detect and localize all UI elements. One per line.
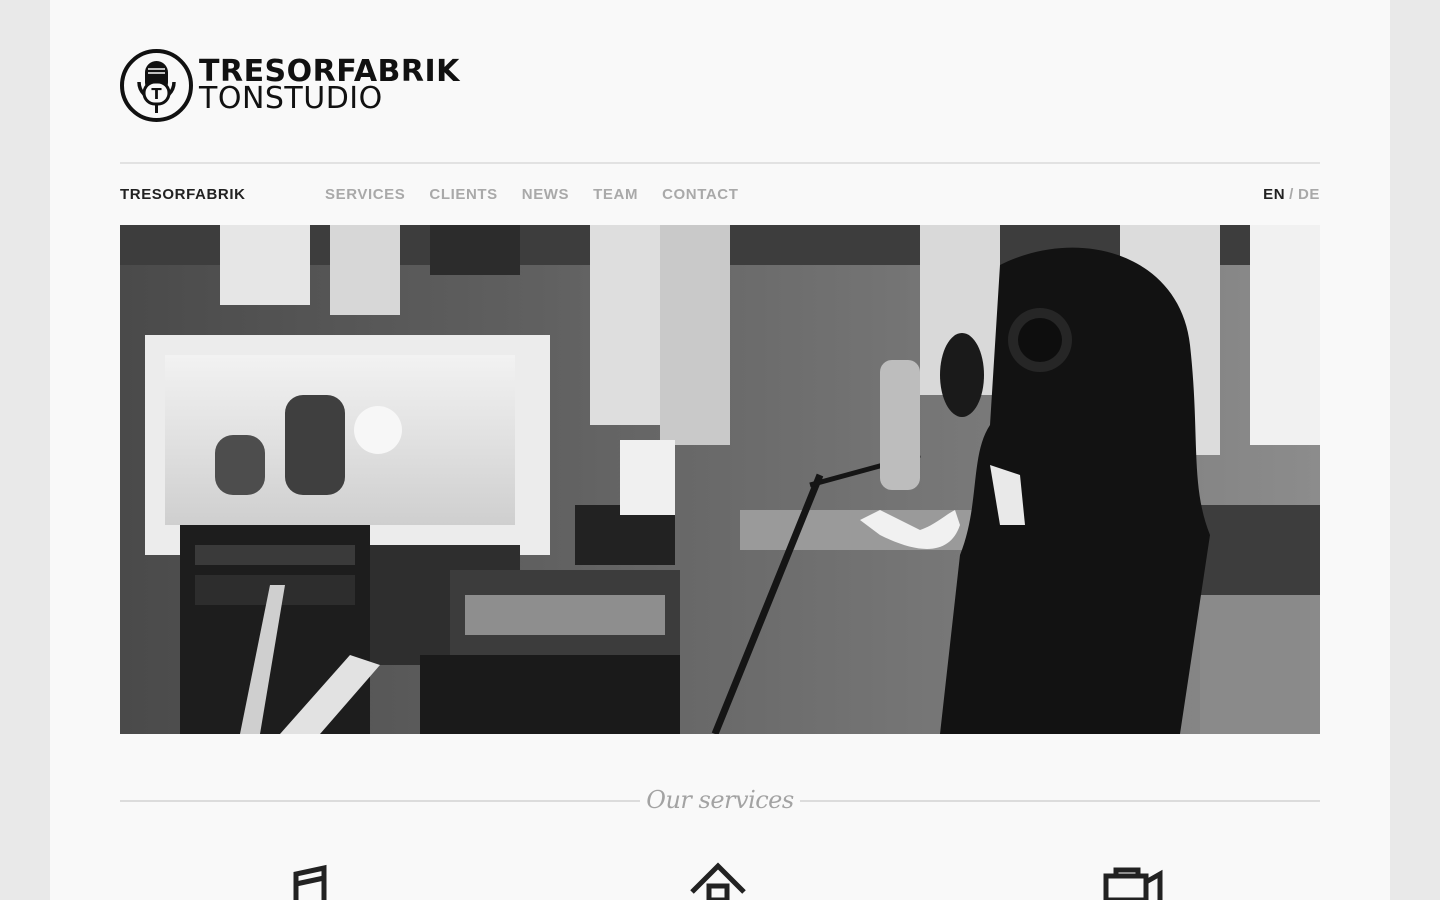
lang-de[interactable]: DE <box>1298 186 1320 203</box>
nav-links: SERVICES CLIENTS NEWS TEAM CONTACT <box>325 186 739 203</box>
main-nav: TRESORFABRIK SERVICES CLIENTS NEWS TEAM … <box>120 186 1320 206</box>
nav-link-clients[interactable]: CLIENTS <box>429 186 497 203</box>
services-title: Our services <box>646 786 794 814</box>
header-divider <box>120 162 1320 164</box>
lang-separator: / <box>1289 186 1294 203</box>
microphone-logo-icon: T <box>120 49 193 122</box>
nav-link-contact[interactable]: CONTACT <box>662 186 738 203</box>
logo-mark-letter: T <box>151 85 162 103</box>
music-note-icon[interactable] <box>290 862 330 900</box>
site-logo[interactable]: T TRESORFABRIK TONSTUDIO <box>120 49 460 122</box>
nav-brand-link[interactable]: TRESORFABRIK <box>120 186 246 203</box>
language-switcher: EN / DE <box>1263 186 1320 203</box>
nav-link-services[interactable]: SERVICES <box>325 186 405 203</box>
services-section-header: Our services <box>120 784 1320 818</box>
hero-image <box>120 225 1320 734</box>
studio-photo <box>120 225 1320 734</box>
services-divider-right <box>800 800 1320 802</box>
services-divider-left <box>120 800 640 802</box>
nav-link-team[interactable]: TEAM <box>593 186 638 203</box>
video-camera-icon[interactable] <box>1102 862 1164 900</box>
nav-link-news[interactable]: NEWS <box>522 186 569 203</box>
house-icon[interactable] <box>688 862 748 900</box>
page: T TRESORFABRIK TONSTUDIO TRESORFABRIK SE… <box>50 0 1390 900</box>
lang-en[interactable]: EN <box>1263 186 1285 203</box>
